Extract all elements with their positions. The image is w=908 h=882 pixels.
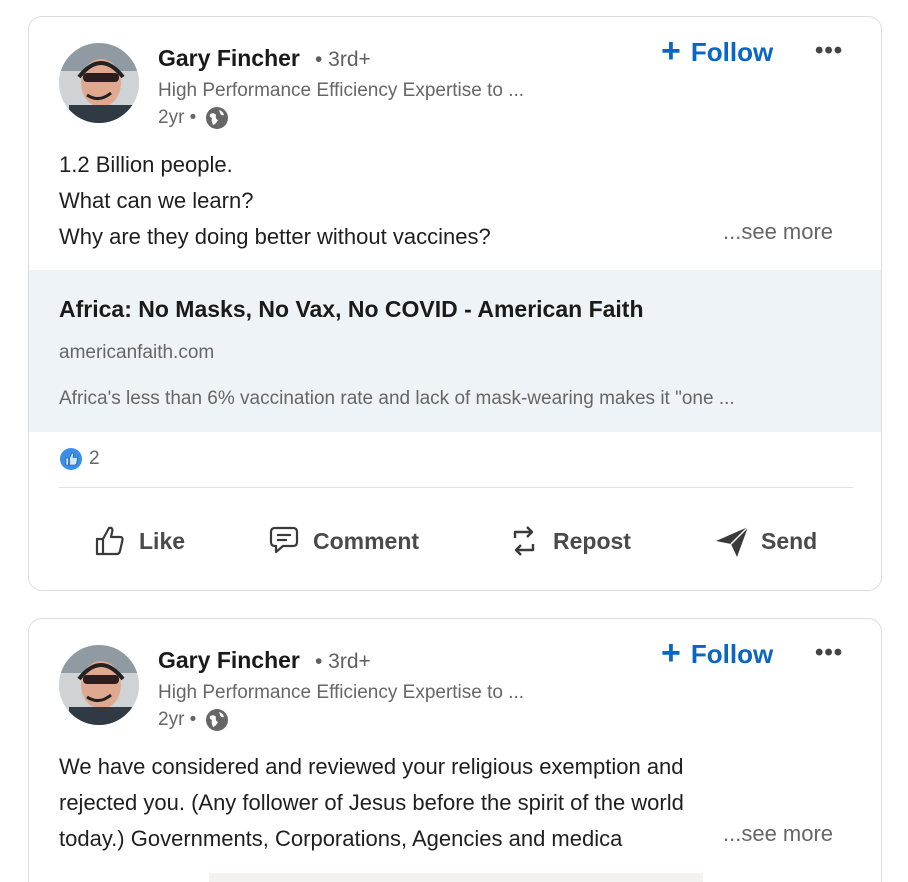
send-icon	[716, 526, 749, 557]
follow-label: Follow	[690, 639, 774, 669]
post-text-line: today.) Governments, Corporations, Agenc…	[59, 826, 623, 851]
post-time: 2yr •	[158, 709, 197, 730]
post-time: 2yr •	[158, 107, 197, 128]
send-button[interactable]: Send	[713, 517, 817, 565]
more-options-button[interactable]: •••	[815, 639, 843, 667]
follow-button[interactable]: + Follow	[661, 633, 774, 672]
comment-icon	[269, 526, 299, 554]
author-avatar[interactable]	[59, 43, 139, 123]
globe-icon	[204, 105, 230, 131]
author-name[interactable]: Gary Fincher	[158, 647, 300, 674]
link-preview[interactable]: Africa: No Masks, No Vax, No COVID - Ame…	[29, 270, 881, 432]
media-preview[interactable]	[209, 873, 703, 882]
post-meta: 2yr •	[158, 707, 230, 733]
like-label: Like	[139, 527, 186, 554]
link-domain: americanfaith.com	[59, 342, 215, 363]
repost-label: Repost	[553, 527, 631, 554]
post-text: We have considered and reviewed your rel…	[59, 749, 684, 857]
see-more-link[interactable]: ...see more	[717, 821, 834, 847]
link-title: Africa: No Masks, No Vax, No COVID - Ame…	[59, 296, 644, 322]
send-label: Send	[761, 527, 818, 554]
see-more-link[interactable]: ...see more	[717, 219, 834, 245]
globe-icon	[204, 707, 230, 733]
connection-degree: • 3rd+	[315, 650, 371, 673]
like-reaction-icon	[59, 447, 83, 471]
comment-label: Comment	[313, 527, 420, 554]
post-text-line: What can we learn?	[59, 188, 254, 213]
follow-button[interactable]: + Follow	[661, 31, 774, 70]
follow-label: Follow	[690, 37, 774, 67]
link-description: Africa's less than 6% vaccination rate a…	[59, 388, 735, 409]
feed-post: Gary Fincher • 3rd+ High Performance Eff…	[28, 16, 882, 591]
post-meta: 2yr •	[158, 105, 230, 131]
author-avatar[interactable]	[59, 645, 139, 725]
repost-icon	[513, 526, 535, 556]
post-text-line: 1.2 Billion people.	[59, 152, 233, 177]
author-headline: High Performance Efficiency Expertise to…	[158, 80, 525, 101]
more-options-button[interactable]: •••	[815, 37, 843, 65]
like-button[interactable]: Like	[91, 517, 185, 565]
reaction-count: 2	[89, 448, 100, 469]
author-headline: High Performance Efficiency Expertise to…	[158, 682, 525, 703]
reactions-summary[interactable]: 2	[59, 447, 100, 471]
connection-degree: • 3rd+	[315, 48, 371, 71]
post-text-line: We have considered and reviewed your rel…	[59, 754, 684, 779]
plus-icon: +	[661, 633, 681, 672]
repost-button[interactable]: Repost	[505, 517, 631, 565]
comment-button[interactable]: Comment	[265, 517, 419, 565]
post-text: 1.2 Billion people. What can we learn? W…	[59, 147, 491, 255]
post-text-line: rejected you. (Any follower of Jesus bef…	[59, 790, 684, 815]
feed-post: Gary Fincher • 3rd+ High Performance Eff…	[28, 618, 882, 882]
author-name[interactable]: Gary Fincher	[158, 45, 300, 72]
thumbs-up-icon	[95, 526, 124, 556]
plus-icon: +	[661, 31, 681, 70]
post-text-line: Why are they doing better without vaccin…	[59, 224, 491, 249]
action-bar: Like Comment Repost Send	[29, 517, 881, 567]
divider	[59, 487, 853, 488]
